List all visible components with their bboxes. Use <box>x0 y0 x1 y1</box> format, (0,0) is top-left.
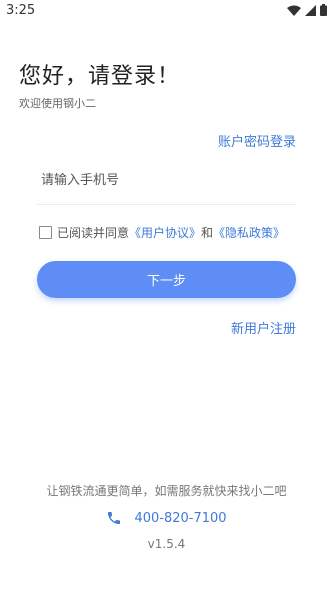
welcome-subtitle: 欢迎使用钢小二 <box>19 97 96 110</box>
phone-icon <box>108 512 121 524</box>
signal-icon <box>305 4 316 16</box>
next-button[interactable]: 下一步 <box>37 261 296 298</box>
footer-phone-row[interactable]: 400-820-7100 <box>0 510 333 526</box>
service-phone-number[interactable]: 400-820-7100 <box>134 511 226 526</box>
footer-slogan: 让钢铁流通更简单，如需服务就快来找小二吧 <box>46 484 287 498</box>
account-password-login-link[interactable]: 账户密码登录 <box>218 131 296 150</box>
status-icons <box>287 4 327 16</box>
phone-input[interactable] <box>37 160 300 200</box>
battery-icon <box>320 4 327 16</box>
user-agreement-link[interactable]: 《用户协议》 <box>129 224 201 241</box>
login-screen: 3:25 您好，请登录！ 欢迎使用钢小二 账户密码登录 已阅读并同意 《用户协议… <box>0 0 333 593</box>
wifi-icon <box>287 5 301 16</box>
status-bar: 3:25 <box>0 0 333 22</box>
agreement-and: 和 <box>201 226 214 240</box>
phone-field <box>37 160 300 205</box>
agreement-prefix: 已阅读并同意 <box>57 226 130 240</box>
new-user-register-link[interactable]: 新用户注册 <box>231 318 296 337</box>
privacy-policy-link[interactable]: 《隐私政策》 <box>213 224 285 241</box>
agreement-checkbox[interactable] <box>39 226 52 239</box>
page-title: 您好，请登录！ <box>19 64 181 89</box>
agreement-row: 已阅读并同意 《用户协议》 和 《隐私政策》 <box>39 224 285 241</box>
status-time: 3:25 <box>6 3 36 18</box>
app-version: v1.5.4 <box>147 537 186 551</box>
